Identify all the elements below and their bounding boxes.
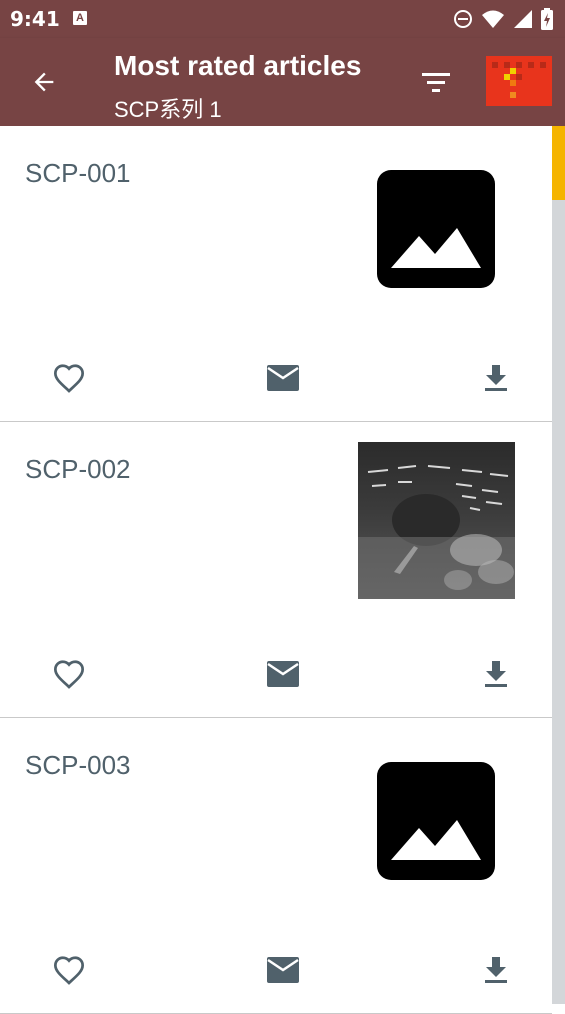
article-card[interactable]: SCP-002 (0, 422, 552, 718)
mail-button[interactable] (261, 950, 305, 990)
article-photo[interactable] (358, 442, 515, 599)
favorite-icon (53, 956, 85, 985)
page-subtitle: SCP系列 1 (114, 97, 222, 122)
wifi-icon (482, 10, 504, 28)
app-bar: Most rated articles SCP系列 1 (0, 38, 565, 126)
download-icon (485, 365, 507, 391)
dnd-icon (454, 10, 472, 28)
favorite-icon (53, 364, 85, 393)
status-bar: 9:41 A (0, 0, 565, 38)
article-title: SCP-002 (25, 454, 131, 484)
signal-icon (514, 10, 532, 28)
status-time: 9:41 (10, 7, 60, 31)
filter-button[interactable] (416, 66, 456, 98)
page-title: Most rated articles (114, 50, 362, 81)
scrollbar-track[interactable] (552, 126, 565, 1004)
image-placeholder-icon[interactable] (377, 170, 495, 288)
notification-icon: A (73, 11, 87, 25)
article-card[interactable]: SCP-001 (0, 126, 552, 422)
favorite-button[interactable] (47, 950, 91, 990)
pixel-logo-icon (486, 56, 552, 106)
app-logo[interactable] (486, 56, 552, 106)
mail-icon (267, 365, 299, 391)
scrollbar-thumb[interactable] (552, 126, 565, 200)
download-button[interactable] (474, 654, 518, 694)
mail-icon (267, 661, 299, 687)
battery-icon (541, 8, 553, 30)
download-icon (485, 957, 507, 983)
favorite-button[interactable] (47, 358, 91, 398)
article-card[interactable]: SCP-003 (0, 718, 552, 1014)
mail-button[interactable] (261, 358, 305, 398)
download-button[interactable] (474, 950, 518, 990)
mail-button[interactable] (261, 654, 305, 694)
article-list[interactable]: SCP-001 SCP-002 SCP-003 (0, 126, 552, 1014)
article-title: SCP-003 (25, 750, 131, 780)
image-placeholder-icon[interactable] (377, 762, 495, 880)
mail-icon (267, 957, 299, 983)
status-icons (453, 8, 553, 30)
filter-icon (422, 73, 450, 92)
favorite-button[interactable] (47, 654, 91, 694)
arrow-back-icon (34, 72, 54, 92)
article-title: SCP-001 (25, 158, 131, 188)
download-button[interactable] (474, 358, 518, 398)
favorite-icon (53, 660, 85, 689)
back-button[interactable] (24, 62, 64, 102)
download-icon (485, 661, 507, 687)
